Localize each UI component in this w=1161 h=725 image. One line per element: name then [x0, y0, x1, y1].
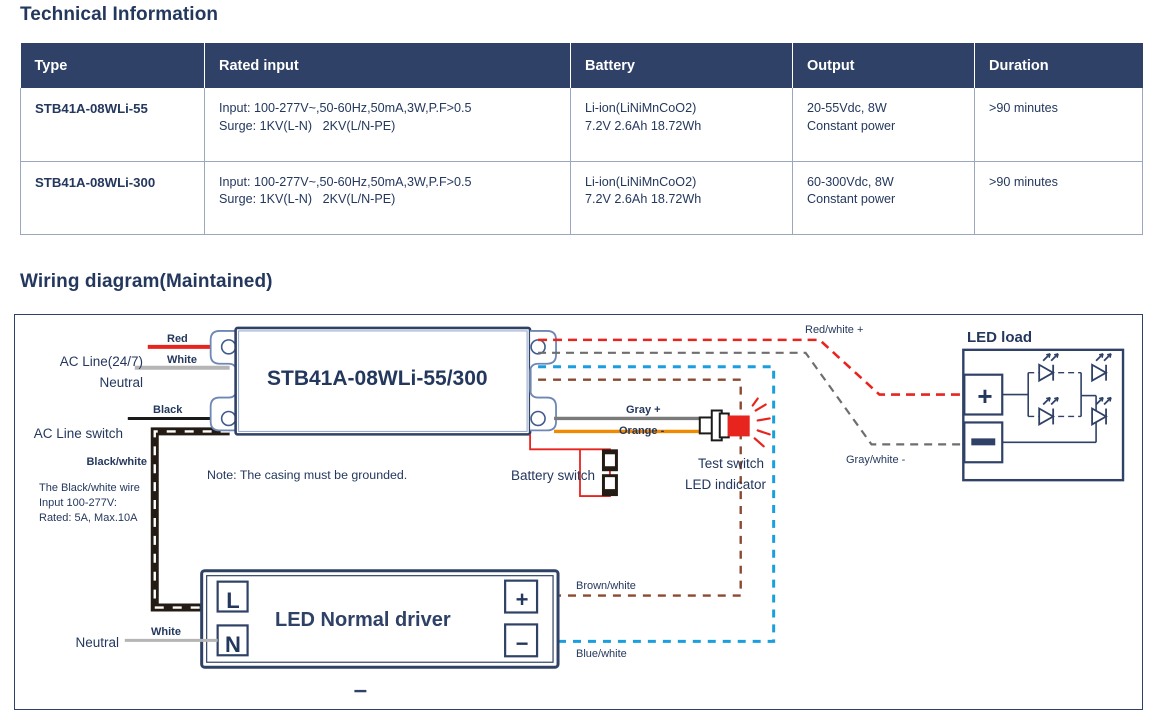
label-black-white-note-1: The Black/white wire — [39, 482, 140, 494]
label-black-white-note-2: Input 100-277V: — [39, 497, 117, 509]
column-header-battery: Battery — [570, 43, 793, 88]
label-brown-white: Brown/white — [576, 580, 636, 592]
output-line-2: Constant power — [807, 118, 896, 133]
output-line-1: 20-55Vdc, 8W — [807, 101, 887, 115]
cell-battery: Li-ion(LiNiMnCoO2) 7.2V 2.6Ah 18.72Wh — [570, 88, 793, 162]
column-header-type: Type — [20, 43, 205, 88]
datasheet-page: Technical Information Type Rated input B… — [0, 0, 1161, 725]
battery-line-1: Li-ion(LiNiMnCoO2) — [585, 101, 697, 115]
rated-input-line-1: Input: 100-277V~,50-60Hz,50mA,3W,P.F>0.5 — [219, 101, 472, 115]
page-title-wiring-diagram: Wiring diagram(Maintained) — [20, 271, 273, 292]
output-line-1: 60-300Vdc, 8W — [807, 174, 894, 189]
led-normal-driver-label: LED Normal driver — [275, 609, 451, 631]
label-led-indicator: LED indicator — [685, 477, 767, 492]
cell-duration: >90 minutes — [974, 88, 1143, 162]
label-black-white: Black/white — [86, 456, 147, 468]
rated-input-line-2: Surge: 1KV(L-N) 2KV(L/N-PE) — [219, 192, 396, 207]
battery-line-2: 7.2V 2.6Ah 18.72Wh — [585, 118, 702, 133]
label-gray-plus: Gray + — [626, 404, 661, 416]
wiring-diagram-panel: AC Line(24/7) Neutral AC Line switch Red… — [14, 314, 1143, 710]
table-row: STB41A-08WLi-55 Input: 100-277V~,50-60Hz… — [20, 88, 1143, 162]
driver-terminal-plus-symbol: + — [515, 587, 529, 612]
label-black-white-note-3: Rated: 5A, Max.10A — [39, 512, 138, 524]
label-ac-line-switch: AC Line switch — [33, 426, 123, 441]
label-red-white-plus: Red/white + — [805, 324, 864, 336]
rated-input-line-1: Input: 100-277V~,50-60Hz,50mA,3W,P.F>0.5 — [219, 174, 472, 189]
page-title-technical-information: Technical Information — [20, 4, 219, 25]
battery-line-2: 7.2V 2.6Ah 18.72Wh — [585, 192, 702, 207]
driver-terminal-minus-symbol: − — [515, 631, 529, 656]
label-orange-minus: Orange - — [619, 425, 665, 437]
rated-input-line-2: Surge: 1KV(L-N) 2KV(L/N-PE) — [219, 118, 396, 133]
table-header-row: Type Rated input Battery Output Duration — [20, 43, 1143, 88]
label-wire-white-bottom: White — [151, 626, 181, 638]
label-wire-red: Red — [167, 333, 188, 345]
cell-type: STB41A-08WLi-55 — [20, 88, 205, 162]
cell-battery: Li-ion(LiNiMnCoO2) 7.2V 2.6Ah 18.72Wh — [570, 161, 793, 235]
label-neutral-bottom: Neutral — [75, 635, 119, 650]
led-load-label: LED load — [967, 329, 1033, 346]
cell-duration: >90 minutes — [974, 161, 1143, 235]
table-row: STB41A-08WLi-300 Input: 100-277V~,50-60H… — [20, 161, 1143, 235]
label-neutral-top: Neutral — [99, 375, 143, 390]
label-wire-white-top: White — [167, 354, 197, 366]
label-battery-switch: Battery switch — [510, 468, 595, 483]
output-line-2: Constant power — [807, 192, 896, 207]
driver-terminal-l-symbol: L — [226, 588, 240, 613]
technical-information-table: Type Rated input Battery Output Duration… — [20, 43, 1143, 235]
emergency-unit-label: STB41A-08WLi-55/300 — [267, 367, 488, 390]
column-header-rated-input: Rated input — [204, 43, 571, 88]
cell-rated-input: Input: 100-277V~,50-60Hz,50mA,3W,P.F>0.5… — [204, 161, 571, 235]
note-casing-grounded: Note: The casing must be grounded. — [207, 468, 408, 482]
label-wire-black: Black — [153, 404, 183, 416]
battery-line-1: Li-ion(LiNiMnCoO2) — [585, 174, 697, 189]
column-header-duration: Duration — [974, 43, 1143, 88]
cell-output: 60-300Vdc, 8W Constant power — [792, 161, 975, 235]
led-load-plus-symbol: + — [977, 381, 993, 411]
label-blue-white: Blue/white — [576, 648, 627, 660]
cell-output: 20-55Vdc, 8W Constant power — [792, 88, 975, 162]
driver-terminal-n-symbol: N — [225, 632, 241, 657]
cell-type: STB41A-08WLi-300 — [20, 161, 205, 235]
label-ac-line-247: AC Line(24/7) — [59, 354, 143, 369]
label-test-switch: Test switch — [698, 456, 765, 471]
cell-rated-input: Input: 100-277V~,50-60Hz,50mA,3W,P.F>0.5… — [204, 88, 571, 162]
column-header-output: Output — [792, 43, 975, 88]
wiring-diagram-labels: AC Line(24/7) Neutral AC Line switch Red… — [15, 315, 1142, 709]
label-gray-white-minus: Gray/white - — [846, 454, 906, 466]
